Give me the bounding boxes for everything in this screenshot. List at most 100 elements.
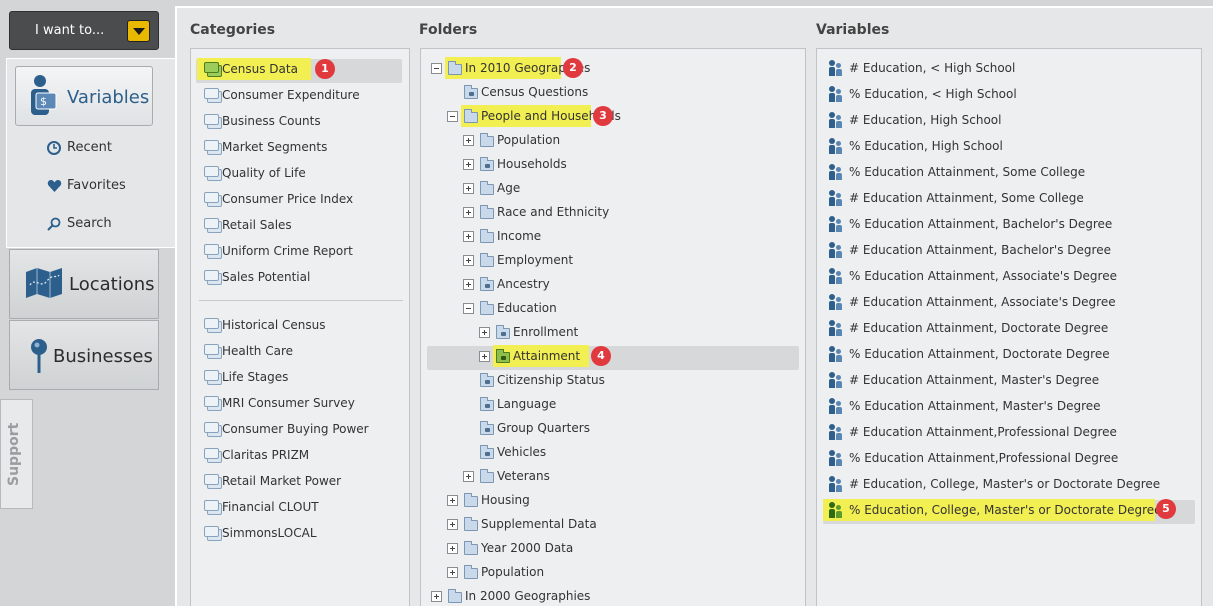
people-icon bbox=[829, 138, 843, 154]
nav-variables-button[interactable]: $ Variables bbox=[15, 66, 153, 126]
variable-item[interactable]: % Education Attainment, Associate's Degr… bbox=[823, 265, 1163, 287]
variable-item[interactable]: # Education Attainment, Bachelor's Degre… bbox=[823, 239, 1163, 261]
variable-item[interactable]: % Education Attainment, Some College bbox=[823, 161, 1163, 183]
step-badge: 4 bbox=[591, 346, 611, 366]
support-tab[interactable]: Support bbox=[0, 399, 33, 509]
variable-item[interactable]: # Education Attainment, Doctorate Degree bbox=[823, 317, 1163, 339]
category-item[interactable]: Retail Market Power bbox=[197, 470, 397, 492]
expand-icon[interactable] bbox=[463, 471, 474, 482]
folder-node[interactable]: Employment bbox=[463, 249, 781, 271]
folder-node[interactable]: Enrollment bbox=[479, 321, 781, 343]
people-icon-part bbox=[829, 242, 835, 248]
folder-node[interactable]: Ancestry bbox=[463, 273, 781, 295]
expand-icon[interactable] bbox=[463, 207, 474, 218]
folder-node[interactable]: Population bbox=[447, 561, 781, 583]
variable-item[interactable]: # Education, College, Master's or Doctor… bbox=[823, 473, 1163, 495]
collapse-icon[interactable] bbox=[463, 303, 474, 314]
variable-item[interactable]: # Education Attainment, Master's Degree bbox=[823, 369, 1163, 391]
category-item[interactable]: Life Stages bbox=[197, 366, 397, 388]
people-icon-part bbox=[836, 427, 841, 432]
expand-icon[interactable] bbox=[463, 183, 474, 194]
folder-node[interactable]: Age bbox=[463, 177, 781, 199]
folder-node[interactable]: Year 2000 Data bbox=[447, 537, 781, 559]
expand-icon[interactable] bbox=[447, 567, 458, 578]
expand-icon[interactable] bbox=[447, 543, 458, 554]
category-label: Consumer Buying Power bbox=[222, 422, 369, 436]
category-item[interactable]: Consumer Buying Power bbox=[197, 418, 397, 440]
dropdown-arrow-icon[interactable] bbox=[127, 20, 150, 42]
folder-node[interactable]: Race and Ethnicity bbox=[463, 201, 781, 223]
expand-icon[interactable] bbox=[463, 135, 474, 146]
category-item[interactable]: Financial CLOUT bbox=[197, 496, 397, 518]
variable-item[interactable]: % Education Attainment,Professional Degr… bbox=[823, 447, 1163, 469]
nav-locations-button[interactable]: Locations bbox=[9, 249, 159, 319]
category-item[interactable]: Retail Sales bbox=[197, 214, 397, 236]
category-label: Health Care bbox=[222, 344, 294, 358]
people-icon-part bbox=[836, 173, 842, 180]
folder-node[interactable]: In 2010 Geographies bbox=[431, 57, 781, 79]
category-item[interactable]: Historical Census bbox=[197, 314, 397, 336]
folder-node[interactable]: Supplemental Data bbox=[447, 513, 781, 535]
nav-businesses-button[interactable]: Businesses bbox=[9, 320, 159, 390]
variable-item[interactable]: % Education, < High School bbox=[823, 83, 1163, 105]
expand-icon[interactable] bbox=[463, 279, 474, 290]
expand-icon[interactable] bbox=[447, 495, 458, 506]
variable-item[interactable]: # Education Attainment, Associate's Degr… bbox=[823, 291, 1163, 313]
folder-node[interactable]: Veterans bbox=[463, 465, 781, 487]
variable-item[interactable]: % Education Attainment, Master's Degree bbox=[823, 395, 1163, 417]
variable-item[interactable]: # Education Attainment, Some College bbox=[823, 187, 1163, 209]
folder-node[interactable]: Attainment bbox=[479, 345, 781, 367]
expand-icon[interactable] bbox=[431, 591, 442, 602]
category-item[interactable]: Claritas PRIZM bbox=[197, 444, 397, 466]
folder-icon bbox=[480, 301, 494, 315]
variable-label: # Education, High School bbox=[849, 113, 1002, 127]
category-item[interactable]: Quality of Life bbox=[197, 162, 397, 184]
category-item[interactable]: Health Care bbox=[197, 340, 397, 362]
collapse-icon[interactable] bbox=[431, 63, 442, 74]
variable-label: % Education Attainment, Some College bbox=[849, 165, 1086, 179]
category-item[interactable]: SimmonsLOCAL bbox=[197, 522, 397, 544]
category-item[interactable]: Consumer Price Index bbox=[197, 188, 397, 210]
expand-icon[interactable] bbox=[463, 159, 474, 170]
folder-node[interactable]: Census Questions bbox=[447, 81, 781, 103]
folder-node[interactable]: Population bbox=[463, 129, 781, 151]
folder-node[interactable]: Citizenship Status bbox=[463, 369, 781, 391]
category-item[interactable]: Sales Potential bbox=[197, 266, 397, 288]
collapse-icon[interactable] bbox=[447, 111, 458, 122]
category-label: Claritas PRIZM bbox=[222, 448, 310, 462]
folder-node[interactable]: Group Quarters bbox=[463, 417, 781, 439]
category-item[interactable]: Market Segments bbox=[197, 136, 397, 158]
folder-node[interactable]: Education bbox=[463, 297, 781, 319]
variable-item[interactable]: % Education Attainment, Bachelor's Degre… bbox=[823, 213, 1163, 235]
variable-item[interactable]: % Education Attainment, Doctorate Degree bbox=[823, 343, 1163, 365]
variable-item[interactable]: # Education, < High School bbox=[823, 57, 1163, 79]
folder-node[interactable]: Vehicles bbox=[463, 441, 781, 463]
folder-icon bbox=[480, 253, 494, 267]
variable-item[interactable]: # Education Attainment,Professional Degr… bbox=[823, 421, 1163, 443]
variable-item[interactable]: % Education, High School bbox=[823, 135, 1163, 157]
folder-node[interactable]: In 2000 Geographies bbox=[431, 585, 781, 606]
expand-icon[interactable] bbox=[479, 351, 490, 362]
expand-icon[interactable] bbox=[447, 519, 458, 530]
expand-icon[interactable] bbox=[479, 327, 490, 338]
folder-node[interactable]: Households bbox=[463, 153, 781, 175]
variable-item[interactable]: % Education, College, Master's or Doctor… bbox=[823, 499, 1163, 521]
category-label: Retail Sales bbox=[222, 218, 292, 232]
folder-node[interactable]: Income bbox=[463, 225, 781, 247]
category-item[interactable]: Uniform Crime Report bbox=[197, 240, 397, 262]
i-want-to-menu[interactable]: I want to... bbox=[9, 11, 159, 50]
category-divider bbox=[199, 300, 403, 301]
expand-icon[interactable] bbox=[463, 255, 474, 266]
category-label: Historical Census bbox=[222, 318, 326, 332]
variable-item[interactable]: # Education, High School bbox=[823, 109, 1163, 131]
people-icon-part bbox=[836, 485, 842, 492]
folder-node[interactable]: Housing bbox=[447, 489, 781, 511]
folder-node[interactable]: Language bbox=[463, 393, 781, 415]
folder-node[interactable]: People and Households bbox=[447, 105, 781, 127]
people-icon-part bbox=[829, 190, 835, 196]
category-item[interactable]: MRI Consumer Survey bbox=[197, 392, 397, 414]
category-item[interactable]: Consumer Expenditure bbox=[197, 84, 397, 106]
category-item[interactable]: Business Counts bbox=[197, 110, 397, 132]
category-item[interactable]: Census Data bbox=[197, 58, 397, 80]
expand-icon[interactable] bbox=[463, 231, 474, 242]
